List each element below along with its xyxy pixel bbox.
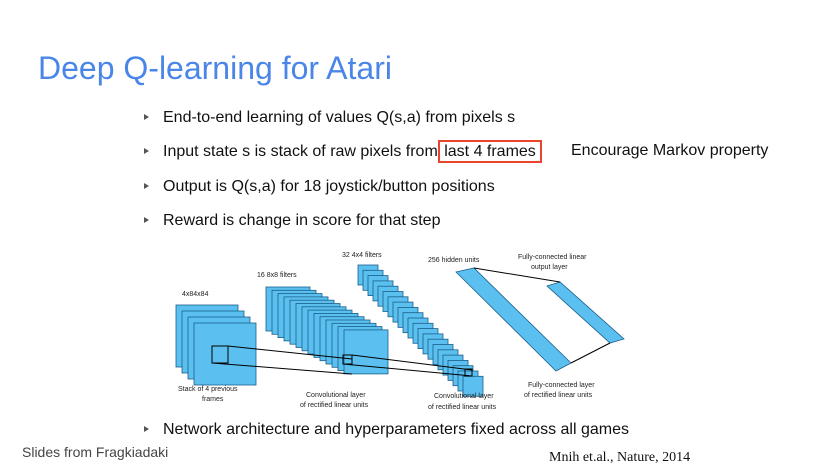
slide-credit: Slides from Fragkiadaki: [22, 444, 169, 460]
hidden-layer-slab: [455, 267, 572, 372]
input-caption: frames: [202, 396, 224, 403]
output-layer-label: Fully-connected linear: [518, 254, 587, 261]
conv1-filters-label: 16 8x8 filters: [257, 272, 297, 279]
conv1-caption: Convolutional layer: [306, 392, 366, 399]
fc-caption: of rectified linear units: [524, 392, 593, 399]
connection-line: [570, 342, 611, 364]
input-frame: [193, 322, 257, 386]
input-frame-stack: [175, 304, 257, 386]
output-layer-label: output layer: [531, 264, 568, 271]
output-layer-slab: [546, 281, 625, 344]
input-size-label: 4x84x84: [182, 291, 209, 298]
conv1-filter-stack: [265, 286, 389, 375]
dqn-architecture-diagram: 4x84x84 16 8x8 filters 32 4x4 filters 25…: [175, 252, 625, 411]
conv2-caption: Convolutional layer: [434, 393, 494, 400]
conv2-caption: of rectified linear units: [428, 404, 497, 411]
fc-caption: Fully-connected layer: [528, 382, 595, 389]
hidden-units-label: 256 hidden units: [428, 257, 480, 264]
conv2-filters-label: 32 4x4 filters: [342, 252, 382, 259]
conv1-caption: of rectified linear units: [300, 402, 369, 409]
input-caption: Stack of 4 previous: [178, 386, 238, 393]
